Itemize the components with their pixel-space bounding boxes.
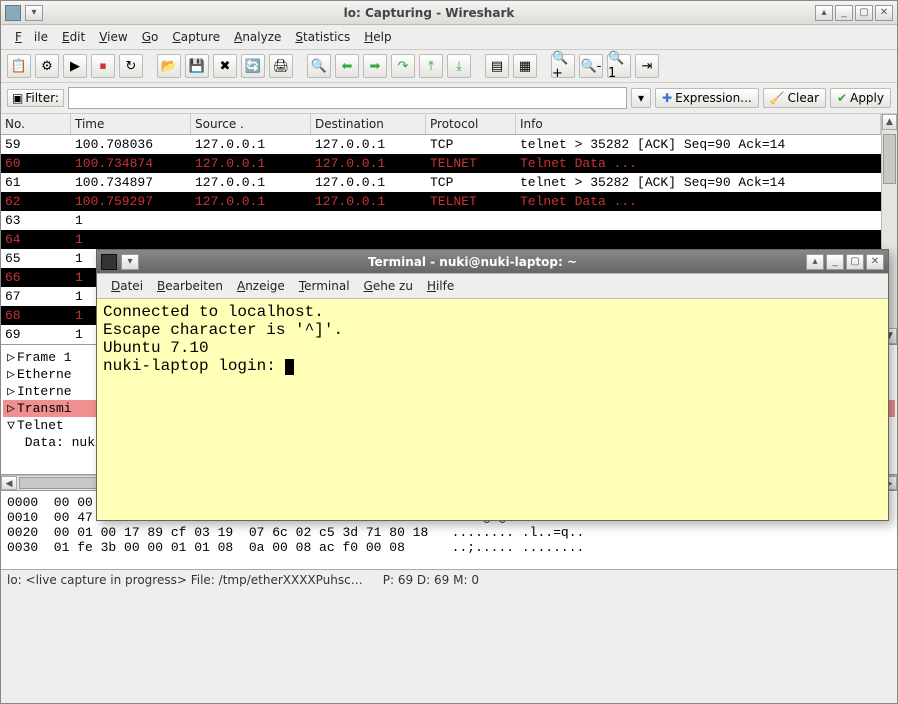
terminal-title: Terminal - nuki@nuki-laptop: ~ [139, 255, 806, 269]
filter-bar: ▣ Filter: ▾ ✚Expression... 🧹Clear ✔Apply [1, 83, 897, 114]
terminal-pin-button[interactable]: ▾ [121, 254, 139, 270]
term-menu-hilfe[interactable]: Hilfe [421, 277, 460, 295]
status-right: P: 69 D: 69 M: 0 [383, 573, 479, 587]
menu-file[interactable]: File [9, 28, 54, 46]
go-back-button[interactable]: ⬅ [335, 54, 359, 78]
packet-row[interactable]: 631 [1, 211, 897, 230]
expand-icon[interactable]: ▷ [5, 401, 17, 416]
filter-label: Filter: [25, 91, 59, 105]
terminal-titlebar[interactable]: ▾ Terminal - nuki@nuki-laptop: ~ ▴ _ ▢ ✕ [97, 250, 888, 274]
resize-columns-button[interactable]: ⇥ [635, 54, 659, 78]
term-menu-anzeige[interactable]: Anzeige [231, 277, 291, 295]
expand-icon[interactable]: ▷ [5, 367, 17, 382]
scroll-up-icon[interactable]: ▲ [882, 114, 897, 130]
go-first-button[interactable]: ⤒ [419, 54, 443, 78]
minimize-button[interactable]: _ [835, 5, 853, 21]
menu-statistics[interactable]: Statistics [289, 28, 356, 46]
packet-row[interactable]: 59100.708036127.0.0.1127.0.0.1TCPtelnet … [1, 135, 897, 154]
terminal-body[interactable]: Connected to localhost.Escape character … [97, 299, 888, 520]
col-no[interactable]: No. [1, 114, 71, 134]
packet-row[interactable]: 61100.734897127.0.0.1127.0.0.1TCPtelnet … [1, 173, 897, 192]
term-menu-bearbeiten[interactable]: Bearbeiten [151, 277, 229, 295]
terminal-line: Escape character is '^]'. [103, 321, 882, 339]
shade-button[interactable]: ▴ [815, 5, 833, 21]
terminal-menubar: Datei Bearbeiten Anzeige Terminal Gehe z… [97, 274, 888, 299]
terminal-maximize-button[interactable]: ▢ [846, 254, 864, 270]
menu-edit[interactable]: Edit [56, 28, 91, 46]
terminal-close-button[interactable]: ✕ [866, 254, 884, 270]
zoom-in-button[interactable]: 🔍+ [551, 54, 575, 78]
terminal-icon [101, 254, 117, 270]
status-bar: lo: <live capture in progress> File: /tm… [1, 569, 897, 590]
packet-row[interactable]: 641 [1, 230, 897, 249]
pin-button[interactable]: ▾ [25, 5, 43, 21]
maximize-button[interactable]: ▢ [855, 5, 873, 21]
options-button[interactable]: ⚙ [35, 54, 59, 78]
terminal-shade-button[interactable]: ▴ [806, 254, 824, 270]
col-time[interactable]: Time [71, 114, 191, 134]
filter-dropdown-button[interactable]: ▾ [631, 88, 651, 108]
zoom-reset-button[interactable]: 🔍1 [607, 54, 631, 78]
term-menu-gehezu[interactable]: Gehe zu [358, 277, 419, 295]
col-source[interactable]: Source . [191, 114, 311, 134]
cursor [285, 359, 294, 375]
start-capture-button[interactable]: ▶ [63, 54, 87, 78]
col-protocol[interactable]: Protocol [426, 114, 516, 134]
expand-icon[interactable]: ▷ [5, 350, 17, 365]
app-icon [5, 5, 21, 21]
go-last-button[interactable]: ⤓ [447, 54, 471, 78]
menu-go[interactable]: Go [136, 28, 165, 46]
term-menu-datei[interactable]: Datei [105, 277, 149, 295]
print-button[interactable]: 🖨 [269, 54, 293, 78]
terminal-line: Connected to localhost. [103, 303, 882, 321]
restart-capture-button[interactable]: ↻ [119, 54, 143, 78]
hex-line: 0030 01 fe 3b 00 00 01 01 08 0a 00 08 ac… [7, 540, 891, 555]
apply-button[interactable]: ✔Apply [830, 88, 891, 108]
status-left: lo: <live capture in progress> File: /tm… [7, 573, 363, 587]
expand-icon[interactable]: ▽ [5, 418, 17, 433]
titlebar[interactable]: ▾ lo: Capturing - Wireshark ▴ _ ▢ ✕ [1, 1, 897, 25]
toolbar: 📋 ⚙ ▶ ⏹ ↻ 📂 💾 ✖ 🔄 🖨 🔍 ⬅ ➡ ↷ ⤒ ⤓ ▤ ▦ 🔍+ 🔍… [1, 50, 897, 83]
interfaces-button[interactable]: 📋 [7, 54, 31, 78]
menu-capture[interactable]: Capture [166, 28, 226, 46]
expand-icon[interactable]: ▷ [5, 384, 17, 399]
close-file-button[interactable]: ✖ [213, 54, 237, 78]
col-destination[interactable]: Destination [311, 114, 426, 134]
save-button[interactable]: 💾 [185, 54, 209, 78]
open-button[interactable]: 📂 [157, 54, 181, 78]
packet-list-header[interactable]: No. Time Source . Destination Protocol I… [1, 114, 897, 135]
colorize-button[interactable]: ▤ [485, 54, 509, 78]
terminal-line: nuki-laptop login: [103, 357, 882, 375]
close-button[interactable]: ✕ [875, 5, 893, 21]
hex-line: 0020 00 01 00 17 89 cf 03 19 07 6c 02 c5… [7, 525, 891, 540]
menu-view[interactable]: View [93, 28, 133, 46]
stop-capture-button[interactable]: ⏹ [91, 54, 115, 78]
menu-help[interactable]: Help [358, 28, 397, 46]
menu-analyze[interactable]: Analyze [228, 28, 287, 46]
filter-input[interactable] [68, 87, 627, 109]
go-forward-button[interactable]: ➡ [363, 54, 387, 78]
col-info[interactable]: Info [516, 114, 881, 134]
find-button[interactable]: 🔍 [307, 54, 331, 78]
expression-button[interactable]: ✚Expression... [655, 88, 759, 108]
menubar: File Edit View Go Capture Analyze Statis… [1, 25, 897, 50]
filter-icon: ▣ [12, 91, 23, 105]
window-title: lo: Capturing - Wireshark [43, 6, 815, 20]
terminal-line: Ubuntu 7.10 [103, 339, 882, 357]
go-to-packet-button[interactable]: ↷ [391, 54, 415, 78]
term-menu-terminal[interactable]: Terminal [293, 277, 356, 295]
packet-row[interactable]: 60100.734874127.0.0.1127.0.0.1TELNETTeln… [1, 154, 897, 173]
clear-button[interactable]: 🧹Clear [763, 88, 826, 108]
terminal-window[interactable]: ▾ Terminal - nuki@nuki-laptop: ~ ▴ _ ▢ ✕… [96, 249, 889, 521]
auto-scroll-button[interactable]: ▦ [513, 54, 537, 78]
zoom-out-button[interactable]: 🔍- [579, 54, 603, 78]
filter-label-button[interactable]: ▣ Filter: [7, 89, 64, 107]
terminal-minimize-button[interactable]: _ [826, 254, 844, 270]
scroll-thumb[interactable] [883, 134, 896, 184]
reload-button[interactable]: 🔄 [241, 54, 265, 78]
packet-row[interactable]: 62100.759297127.0.0.1127.0.0.1TELNETTeln… [1, 192, 897, 211]
scroll-left-icon[interactable]: ◀ [1, 476, 17, 490]
